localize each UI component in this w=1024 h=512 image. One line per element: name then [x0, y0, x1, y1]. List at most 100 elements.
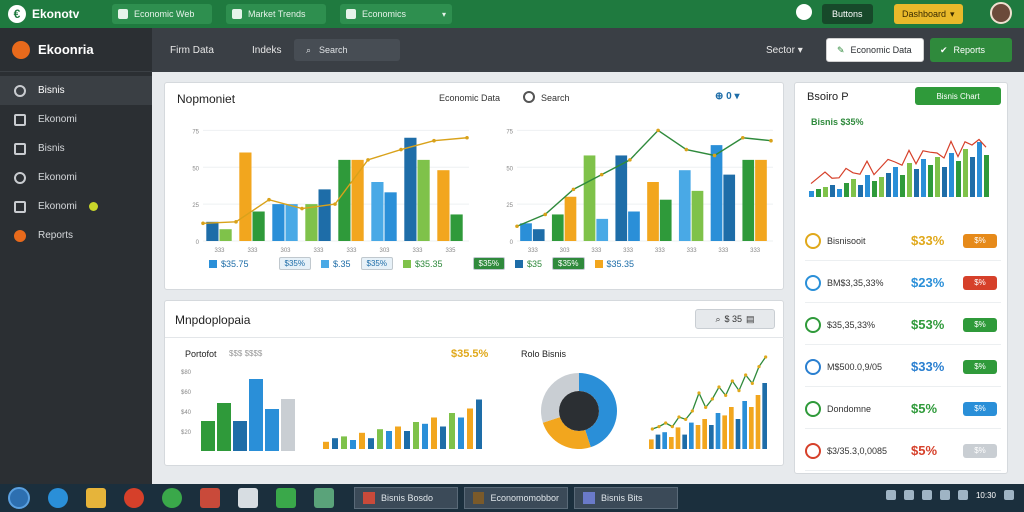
stat-badge: $% [963, 443, 997, 458]
document-icon[interactable] [238, 488, 258, 508]
chart-bar [341, 436, 347, 449]
task-economomobbor[interactable]: Economomobbor [464, 487, 568, 509]
panel-tool-search[interactable]: Search [541, 93, 570, 103]
sidebar-brand[interactable]: Ekoonria [0, 28, 152, 72]
stat-row[interactable]: Dondomne $5% $% [805, 389, 1001, 429]
stat-row[interactable]: BM$3,35,33% $23% $% [805, 263, 1001, 303]
chart-bar [984, 155, 989, 197]
stat-row[interactable]: Bisnisooit $33% $% [805, 221, 1001, 261]
sidebar-item-bisnis[interactable]: Bisnis [0, 76, 152, 105]
sidebar-item-ekonomi-3[interactable]: Ekonomi [0, 192, 152, 221]
folder-icon[interactable] [86, 488, 106, 508]
task-icon [363, 492, 375, 504]
sidebar: Ekoonria Bisnis Ekonomi Bisnis Ekonomi E… [0, 28, 152, 484]
menu-indeks[interactable]: Indeks [252, 45, 281, 56]
system-tray: 10:30 [885, 490, 1014, 500]
line-point [710, 397, 714, 401]
x-tick-label: 333 [623, 248, 634, 254]
stat-row[interactable]: M$500.0,9/05 $33% $% [805, 347, 1001, 387]
chart-bar [735, 419, 741, 449]
y-tick-label: 75 [192, 129, 199, 135]
task-label: Bisnis Bits [601, 493, 643, 503]
chart-bar [749, 407, 754, 449]
x-tick-label: 333 [247, 248, 258, 254]
search-box[interactable]: ⌕ Search [294, 39, 400, 61]
tray-icon[interactable] [921, 490, 932, 500]
list-icon [14, 142, 26, 155]
legend-badge: $35% [472, 257, 505, 270]
line-point [656, 128, 660, 133]
menu-firm-data[interactable]: Firm Data [170, 45, 214, 56]
chevron-down-icon: ▾ [441, 9, 446, 19]
task-bisnis-bosdo[interactable]: Bisnis Bosdo [354, 487, 458, 509]
browser-icon[interactable] [48, 488, 68, 508]
spreadsheet-icon[interactable] [276, 488, 296, 508]
office-icon[interactable] [200, 488, 220, 508]
sidebar-item-ekonomi-2[interactable]: Ekonomi [0, 163, 152, 192]
chart-bar [907, 163, 912, 197]
bisnis-chart-button[interactable]: Bisnis Chart [915, 87, 1001, 105]
sector-dropdown[interactable]: Sector ▾ [766, 45, 803, 56]
stat-row[interactable]: $35,35,33% $53% $% [805, 305, 1001, 345]
sidebar-item-label: Reports [38, 230, 74, 241]
line-point [684, 417, 688, 421]
avatar[interactable] [990, 2, 1012, 24]
line-point [764, 355, 768, 359]
x-tick-label: 335 [445, 248, 456, 254]
stat-badge: $% [963, 401, 997, 416]
sidebar-item-reports[interactable]: Reports [0, 221, 152, 250]
chart-bar [956, 161, 961, 197]
start-button[interactable] [8, 487, 30, 509]
top-tab-3[interactable]: Economics ▾ [340, 4, 452, 24]
task-bisnis-bits[interactable]: Bisnis Bits [574, 487, 678, 509]
chart-bar [858, 185, 863, 197]
chart-bar [921, 159, 926, 197]
trend-icon [14, 200, 26, 213]
chart-bar [431, 417, 437, 449]
dashboard-dropdown[interactable]: Dashboard ▾ [894, 4, 963, 24]
line-point [730, 379, 734, 383]
stat-row[interactable]: $3/35.3,0,0085 $5% $% [805, 431, 1001, 471]
line-point [432, 138, 436, 143]
buttons-button[interactable]: Buttons [822, 4, 873, 24]
volume-icon[interactable] [957, 490, 968, 500]
tray-icon[interactable] [903, 490, 914, 500]
chart-bar [837, 189, 842, 197]
legend-badge: $35% [360, 257, 393, 270]
line-point [740, 135, 745, 140]
sidebar-item-bisnis-2[interactable]: Bisnis [0, 134, 152, 163]
chart-bar [695, 425, 701, 449]
search-icon[interactable] [523, 91, 535, 103]
chart-bar [662, 432, 667, 449]
panel-bottom-charts: Mnpdoplopaia ⌕ $ 35 ▤ Portofot $$$ $$$$ … [164, 300, 785, 466]
globe-icon[interactable] [796, 4, 812, 20]
economic-data-button[interactable]: ✎ Economic Data [826, 38, 924, 62]
tray-icon[interactable] [939, 490, 950, 500]
sidebar-item-ekonomi[interactable]: Ekonomi [0, 105, 152, 134]
legend-item: $35.75 [209, 259, 249, 269]
panel-tool-economic[interactable]: Economic Data [439, 93, 500, 103]
chart-bar [942, 167, 947, 197]
panel-toolbar[interactable]: ⌕ $ 35 ▤ [695, 309, 775, 329]
y-tick-label: 50 [192, 166, 199, 172]
task-icon [473, 492, 485, 504]
chart-bar [970, 157, 975, 197]
top-tab-1[interactable]: Economic Web [112, 4, 212, 24]
filter-control[interactable]: ⊕ 0 ▾ [715, 91, 740, 102]
task-icon [583, 492, 595, 504]
chrome-icon[interactable] [162, 488, 182, 508]
app-icon[interactable] [314, 488, 334, 508]
line-point [267, 197, 271, 202]
chart-bar [949, 153, 954, 197]
tray-icon[interactable] [885, 490, 896, 500]
notification-icon[interactable] [1004, 490, 1014, 500]
chart-bar [467, 408, 473, 449]
reports-button[interactable]: ✔ Reports [930, 38, 1012, 62]
sidebar-item-label: Ekonomi [38, 114, 77, 125]
chrome-icon[interactable] [124, 488, 144, 508]
chart-bar [682, 434, 687, 449]
stat-icon [805, 358, 821, 375]
line-point [717, 385, 721, 389]
chart-bar [935, 157, 940, 197]
top-tab-2[interactable]: Market Trends [226, 4, 326, 24]
